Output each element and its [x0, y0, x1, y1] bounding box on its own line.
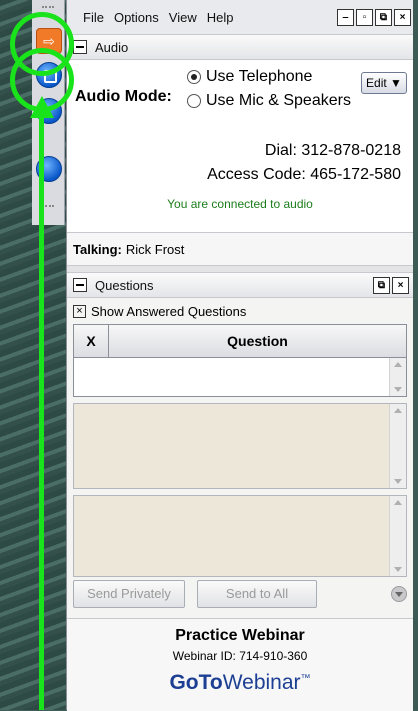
- use-mic-speakers-label: Use Mic & Speakers: [206, 92, 351, 109]
- column-question-header[interactable]: Question: [109, 325, 406, 357]
- scrollbar[interactable]: [389, 358, 406, 396]
- logo-goto: GoTo: [169, 671, 223, 694]
- use-telephone-label: Use Telephone: [206, 68, 313, 85]
- audio-mode-label: Audio Mode:: [75, 88, 172, 105]
- show-answered-label: Show Answered Questions: [91, 303, 247, 319]
- use-mic-speakers-radio[interactable]: Use Mic & Speakers: [187, 92, 351, 110]
- menu-options[interactable]: Options: [114, 10, 159, 25]
- restore-icon[interactable]: ▫: [356, 8, 373, 26]
- questions-list[interactable]: [74, 358, 406, 396]
- dial-label: Dial:: [264, 142, 297, 159]
- logo-webinar: Webinar: [222, 671, 301, 694]
- collapse-icon[interactable]: [73, 40, 87, 54]
- annotation-arrow: [39, 115, 44, 710]
- question-detail-box: [73, 403, 407, 489]
- scroll-down-icon[interactable]: [394, 567, 402, 572]
- webinar-id: Webinar ID: 714-910-360: [172, 649, 308, 663]
- use-telephone-radio[interactable]: Use Telephone: [187, 68, 312, 86]
- webinar-info: Practice Webinar Webinar ID: 714-910-360…: [67, 618, 413, 711]
- menu-help[interactable]: Help: [207, 10, 234, 25]
- drag-grip-icon[interactable]: [42, 6, 54, 20]
- scroll-down-icon[interactable]: [394, 479, 402, 484]
- questions-table-header: X Question: [74, 325, 406, 358]
- minimize-icon[interactable]: ‒: [337, 8, 354, 26]
- collapse-icon[interactable]: [73, 278, 87, 292]
- audio-panel: Audio Mode: Use Telephone Use Mic & Spea…: [67, 60, 413, 232]
- dial-line: Dial: 312-878-0218: [265, 142, 401, 160]
- menu-view[interactable]: View: [169, 10, 197, 25]
- scroll-up-icon[interactable]: [394, 500, 402, 505]
- show-hide-panel-arrow-icon[interactable]: ⇨: [36, 28, 62, 54]
- send-privately-button[interactable]: Send Privately: [73, 580, 185, 608]
- questions-panel: × Show Answered Questions X Question Sen…: [67, 298, 413, 628]
- column-x-header[interactable]: X: [74, 325, 109, 357]
- audio-section-header[interactable]: Audio: [67, 34, 413, 60]
- dial-number: 312-878-0218: [301, 142, 401, 159]
- radio-unselected-icon: [187, 94, 201, 108]
- questions-section-header[interactable]: Questions ⧉ ×: [67, 272, 413, 298]
- talking-indicator: Talking: Rick Frost: [67, 232, 413, 266]
- audio-status: You are connected to audio: [167, 197, 313, 211]
- access-code-line: Access Code: 465-172-580: [207, 166, 401, 184]
- access-code-label: Access Code:: [207, 166, 306, 183]
- talking-label: Talking:: [73, 241, 122, 257]
- send-to-all-button[interactable]: Send to All: [197, 580, 317, 608]
- control-panel: File Options View Help ‒ ▫ ⧉ × Audio Aud…: [66, 0, 413, 711]
- edit-audio-button[interactable]: Edit ▼: [361, 72, 407, 94]
- close-icon[interactable]: ×: [394, 8, 411, 26]
- menu-bar: File Options View Help ‒ ▫ ⧉ ×: [67, 0, 413, 34]
- scroll-up-icon[interactable]: [394, 362, 402, 367]
- more-options-icon[interactable]: [391, 586, 407, 602]
- questions-table: X Question: [73, 324, 407, 397]
- scroll-down-icon[interactable]: [394, 387, 402, 392]
- gotowebinar-logo: GoToWebinar™: [67, 671, 413, 695]
- audio-section-title: Audio: [95, 39, 129, 55]
- radio-selected-icon: [187, 70, 201, 84]
- webinar-title: Practice Webinar: [175, 627, 305, 644]
- access-code-value: 465-172-580: [310, 166, 401, 183]
- checkbox-checked-icon: ×: [73, 304, 86, 318]
- answer-input[interactable]: [73, 495, 407, 577]
- logo-trademark: ™: [300, 673, 311, 684]
- scrollbar[interactable]: [389, 496, 406, 576]
- send-buttons: Send Privately Send to All: [73, 580, 407, 608]
- show-answered-checkbox[interactable]: × Show Answered Questions: [73, 298, 407, 324]
- window-controls: ‒ ▫ ⧉ ×: [337, 8, 411, 26]
- popout-icon[interactable]: ⧉: [375, 8, 392, 26]
- close-icon[interactable]: ×: [392, 276, 409, 294]
- popout-icon[interactable]: ⧉: [373, 276, 390, 294]
- scrollbar[interactable]: [389, 404, 406, 488]
- menu-file[interactable]: File: [83, 10, 104, 25]
- talking-name: Rick Frost: [125, 241, 185, 257]
- scroll-up-icon[interactable]: [394, 408, 402, 413]
- questions-controls: ⧉ ×: [373, 276, 409, 294]
- screen-sharing-icon[interactable]: [36, 62, 62, 88]
- questions-section-title: Questions: [95, 277, 154, 293]
